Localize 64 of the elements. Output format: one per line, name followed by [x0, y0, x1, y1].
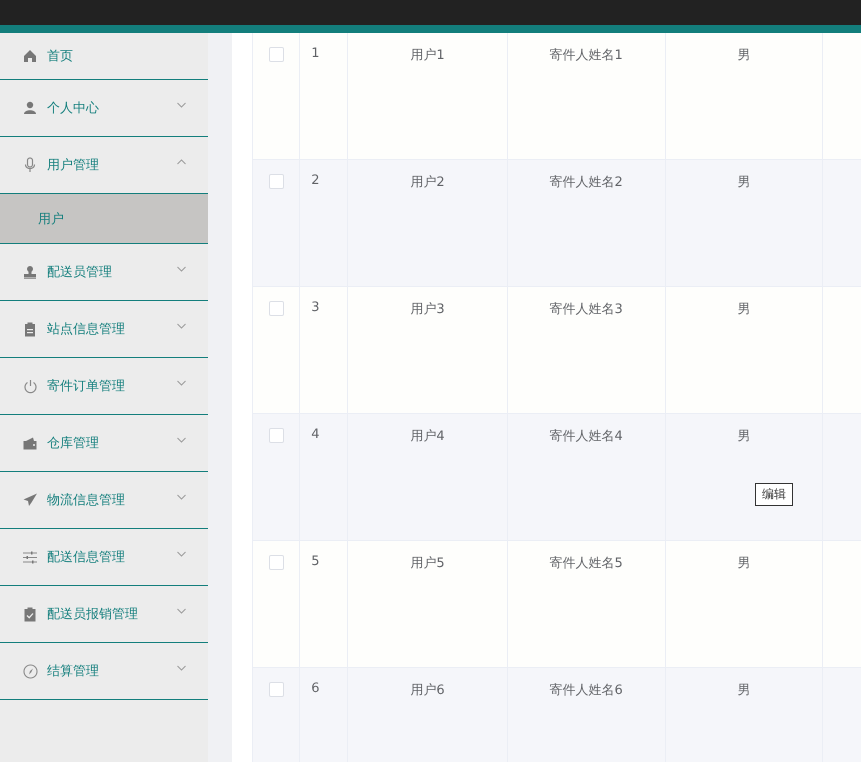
- user-icon: [22, 101, 38, 115]
- table-cell: 寄件人姓名3: [549, 302, 623, 317]
- row-checkbox[interactable]: [268, 174, 284, 189]
- table-cell: 寄件人姓名5: [549, 556, 623, 571]
- menu-item[interactable]: 仓库管理: [0, 415, 208, 472]
- row-checkbox[interactable]: [268, 301, 284, 316]
- table-cell: 用户4: [410, 429, 445, 444]
- menu-label: 站点信息管理: [47, 321, 126, 338]
- menu-label: 用户管理: [47, 157, 100, 174]
- table-cell: 3: [311, 300, 320, 315]
- table-cell: 寄件人姓名4: [549, 429, 623, 444]
- table-cell: 男: [737, 48, 750, 63]
- table-cell: 6: [311, 681, 320, 696]
- table-cell: 寄件人姓名2: [549, 175, 623, 190]
- menu-item[interactable]: 配送信息管理: [0, 529, 208, 586]
- menu-item[interactable]: 首页: [0, 33, 208, 80]
- table-cell: 用户1: [410, 48, 445, 63]
- menu-item[interactable]: 个人中心: [0, 80, 208, 137]
- table-cell: 用户2: [410, 175, 445, 190]
- compass-icon: [22, 664, 38, 678]
- menu-label: 配送员报销管理: [47, 606, 139, 623]
- row-checkbox[interactable]: [268, 682, 284, 697]
- menu-label: 物流信息管理: [47, 492, 126, 509]
- stamp-icon: [22, 265, 38, 279]
- table-cell: 男: [737, 175, 750, 190]
- menu-label: 寄件订单管理: [47, 378, 126, 395]
- menu-label: 配送信息管理: [47, 549, 126, 566]
- table-cell: 1: [311, 46, 320, 61]
- table-cell: 寄件人姓名1: [549, 48, 623, 63]
- table-cell: 用户5: [410, 556, 445, 571]
- menu-label: 首页: [47, 48, 74, 65]
- sliders-icon: [22, 550, 38, 564]
- row-checkbox[interactable]: [268, 47, 284, 62]
- wallet-icon: [22, 436, 38, 450]
- menu-item[interactable]: 物流信息管理: [0, 472, 208, 529]
- tooltip: 编辑: [755, 483, 793, 506]
- submenu-item[interactable]: 用户: [0, 194, 208, 244]
- menu-item[interactable]: 结算管理: [0, 643, 208, 700]
- paper-plane-icon: [22, 493, 38, 507]
- table-cell: 2: [311, 173, 320, 188]
- table-cell: 5: [311, 554, 320, 569]
- menu-label: 仓库管理: [47, 435, 100, 452]
- menu-label: 结算管理: [47, 663, 100, 680]
- table-cell: 4: [311, 427, 320, 442]
- power-icon: [22, 378, 38, 394]
- clipboard-check-icon: [22, 606, 38, 622]
- table-cell: 男: [737, 556, 750, 571]
- menu-item[interactable]: 站点信息管理: [0, 301, 208, 358]
- table-cell: 男: [737, 302, 750, 317]
- microphone-icon: [22, 157, 38, 173]
- menu-label: 配送员管理: [47, 264, 113, 281]
- menu-item[interactable]: 配送员报销管理: [0, 586, 208, 643]
- table-cell: 用户3: [410, 302, 445, 317]
- menu-item[interactable]: 配送员管理: [0, 244, 208, 301]
- row-checkbox[interactable]: [268, 428, 284, 443]
- home-icon: [22, 49, 38, 63]
- clipboard-icon: [22, 322, 38, 336]
- table-cell: 男: [737, 683, 750, 698]
- row-checkbox[interactable]: [268, 555, 284, 570]
- table-cell: 寄件人姓名6: [549, 683, 623, 698]
- table-cell: 男: [737, 429, 750, 444]
- table-cell: 用户6: [410, 683, 445, 698]
- menu-label: 个人中心: [47, 100, 100, 117]
- menu-item[interactable]: 寄件订单管理: [0, 358, 208, 415]
